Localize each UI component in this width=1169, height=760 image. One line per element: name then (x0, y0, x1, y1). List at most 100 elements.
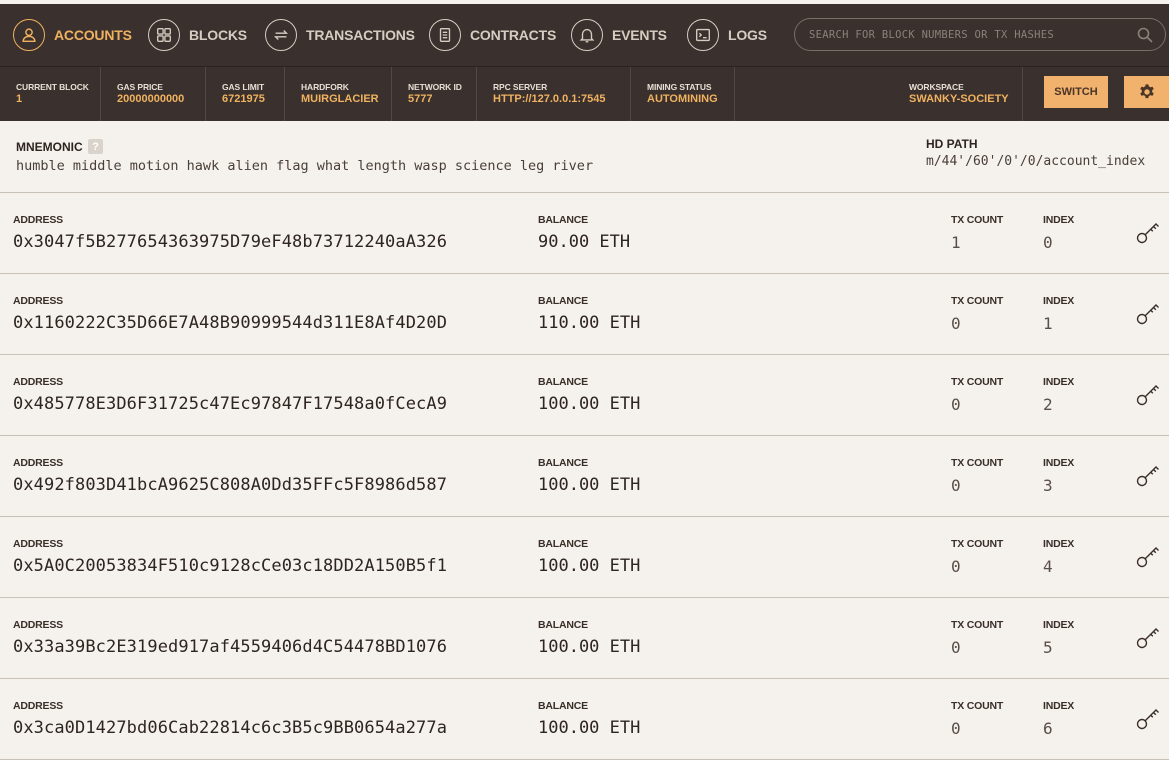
account-index: 3 (1043, 476, 1053, 495)
account-row[interactable]: Address 0x492f803D41bcA9625C808A0Dd35FFc… (0, 436, 1169, 517)
transfer-icon (265, 19, 297, 51)
index-label: Index (1043, 700, 1075, 712)
switch-workspace-button[interactable]: Switch (1044, 76, 1108, 108)
account-row[interactable]: Address 0x5A0C20053834F510c9128cCe03c18D… (0, 517, 1169, 598)
account-address: 0x3047f5B277654363975D79eF48b73712240aA3… (13, 232, 448, 252)
key-icon[interactable] (1135, 705, 1161, 731)
search-icon[interactable] (1137, 27, 1153, 43)
index-label: Index (1043, 214, 1075, 226)
stat-value: 6721975 (222, 93, 265, 105)
stat-value: 5777 (408, 93, 433, 105)
stat-rpc-server: RPC Server HTTP://127.0.0.1:7545 (477, 67, 631, 122)
key-icon[interactable] (1135, 543, 1161, 569)
blocks-icon (148, 19, 180, 51)
stat-value: 1 (16, 93, 23, 105)
key-icon[interactable] (1135, 300, 1161, 326)
address-label: Address (13, 295, 63, 307)
search-input[interactable] (807, 27, 1137, 42)
account-address: 0x492f803D41bcA9625C808A0Dd35FFc5F8986d5… (13, 475, 448, 495)
key-icon[interactable] (1135, 462, 1161, 488)
nav-logs-label: Logs (728, 27, 767, 43)
stat-value: 20000000000 (117, 93, 185, 105)
account-balance: 100.00 ETH (538, 475, 641, 495)
account-address: 0x1160222C35D66E7A48B90999544d311E8Af4D2… (13, 313, 448, 333)
balance-label: Balance (538, 295, 588, 307)
gear-icon (1139, 84, 1154, 99)
key-icon[interactable] (1135, 381, 1161, 407)
account-tx-count: 0 (951, 476, 961, 495)
account-index: 1 (1043, 314, 1053, 333)
top-navigation: Accounts Blocks Transactions Contracts E… (0, 4, 1169, 66)
nav-contracts[interactable]: Contracts (429, 4, 556, 66)
mnemonic-label: Mnemonic (16, 140, 83, 154)
stat-label: Network ID (408, 82, 462, 92)
address-label: Address (13, 619, 63, 631)
nav-logs[interactable]: Logs (687, 4, 767, 66)
search-box (794, 18, 1166, 51)
nav-accounts[interactable]: Accounts (13, 4, 132, 66)
stat-gas-limit: Gas Limit 6721975 (206, 67, 285, 122)
stat-label: Current Block (16, 82, 89, 92)
stat-label: Mining Status (647, 82, 712, 92)
account-row[interactable]: Address 0x3047f5B277654363975D79eF48b737… (0, 193, 1169, 274)
account-tx-count: 0 (951, 557, 961, 576)
stat-gas-price: Gas Price 20000000000 (101, 67, 206, 122)
nav-events[interactable]: Events (571, 4, 667, 66)
address-label: Address (13, 214, 63, 226)
account-tx-count: 1 (951, 233, 961, 252)
address-label: Address (13, 538, 63, 550)
hd-path-label: HD Path (926, 137, 978, 151)
tx-count-label: TX Count (951, 376, 1004, 388)
document-icon (429, 19, 461, 51)
account-balance: 100.00 ETH (538, 394, 641, 414)
user-icon (13, 19, 45, 51)
account-index: 6 (1043, 719, 1053, 738)
key-icon[interactable] (1135, 624, 1161, 650)
mnemonic-words: humble middle motion hawk alien flag wha… (16, 158, 594, 174)
stat-label: RPC Server (493, 82, 548, 92)
tx-count-label: TX Count (951, 295, 1004, 307)
balance-label: Balance (538, 214, 588, 226)
account-index: 0 (1043, 233, 1053, 252)
address-label: Address (13, 700, 63, 712)
stat-label: Gas Price (117, 82, 163, 92)
account-tx-count: 0 (951, 719, 961, 738)
account-address: 0x485778E3D6F31725c47Ec97847F17548a0fCec… (13, 394, 448, 414)
help-icon[interactable]: ? (88, 139, 103, 154)
nav-blocks-label: Blocks (189, 27, 247, 43)
nav-events-label: Events (612, 27, 667, 43)
tx-count-label: TX Count (951, 457, 1004, 469)
stat-workspace: Workspace SWANKY-SOCIETY (893, 67, 1023, 122)
account-address: 0x33a39Bc2E319ed917af4559406d4C54478BD10… (13, 637, 448, 657)
stat-hardfork: Hardfork MUIRGLACIER (285, 67, 392, 122)
account-row[interactable]: Address 0x485778E3D6F31725c47Ec97847F175… (0, 355, 1169, 436)
stat-network-id: Network ID 5777 (392, 67, 477, 122)
settings-button[interactable] (1124, 76, 1169, 108)
account-tx-count: 0 (951, 638, 961, 657)
index-label: Index (1043, 538, 1075, 550)
stat-label: Hardfork (301, 82, 349, 92)
nav-blocks[interactable]: Blocks (148, 4, 247, 66)
balance-label: Balance (538, 619, 588, 631)
account-row[interactable]: Address 0x3ca0D1427bd06Cab22814c6c3B5c9B… (0, 679, 1169, 760)
account-index: 2 (1043, 395, 1053, 414)
bell-icon (571, 19, 603, 51)
account-index: 5 (1043, 638, 1053, 657)
nav-transactions[interactable]: Transactions (265, 4, 415, 66)
index-label: Index (1043, 457, 1075, 469)
address-label: Address (13, 376, 63, 388)
account-address: 0x5A0C20053834F510c9128cCe03c18DD2A150B5… (13, 556, 448, 576)
account-row[interactable]: Address 0x1160222C35D66E7A48B90999544d31… (0, 274, 1169, 355)
account-row[interactable]: Address 0x33a39Bc2E319ed917af4559406d4C5… (0, 598, 1169, 679)
stat-mining-status: Mining Status AUTOMINING (631, 67, 735, 122)
stat-value: MUIRGLACIER (301, 93, 379, 105)
status-bar: Current Block 1 Gas Price 20000000000 Ga… (0, 66, 1169, 122)
index-label: Index (1043, 376, 1075, 388)
balance-label: Balance (538, 376, 588, 388)
nav-accounts-label: Accounts (54, 27, 132, 43)
account-tx-count: 0 (951, 314, 961, 333)
balance-label: Balance (538, 700, 588, 712)
balance-label: Balance (538, 538, 588, 550)
account-balance: 90.00 ETH (538, 232, 631, 252)
key-icon[interactable] (1135, 219, 1161, 245)
